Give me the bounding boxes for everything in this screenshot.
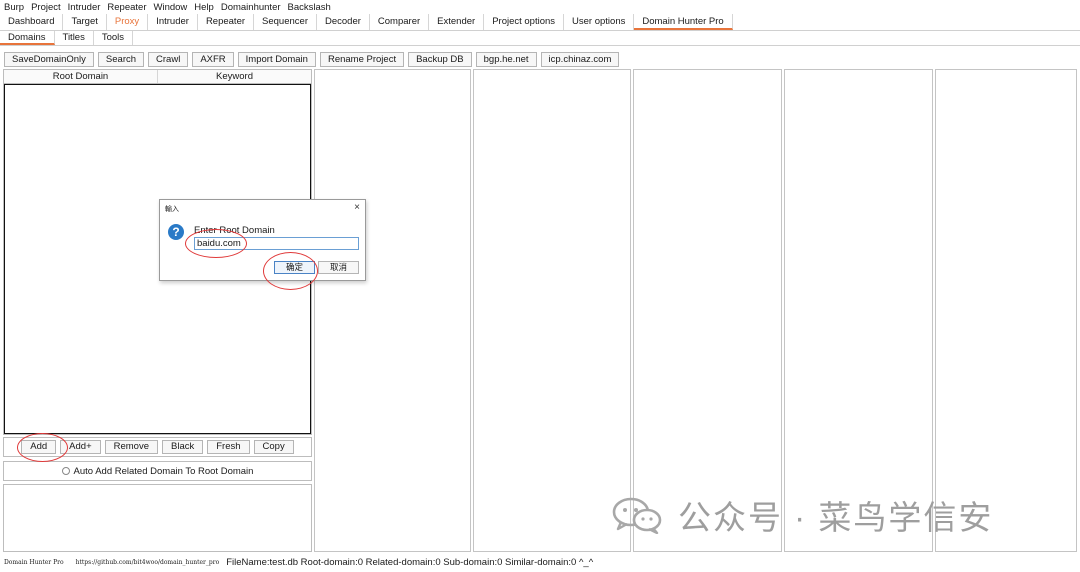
- tab-domains[interactable]: Domains: [0, 31, 55, 45]
- add-plus-button[interactable]: Add+: [60, 440, 101, 454]
- enter-root-domain-dialog: 輸入 × ? Enter Root Domain baidu.com 确定 取消: [159, 199, 366, 281]
- panel-column-3[interactable]: [633, 69, 782, 552]
- tab-domain-hunter-pro[interactable]: Domain Hunter Pro: [634, 14, 733, 30]
- tab-sequencer[interactable]: Sequencer: [254, 14, 317, 30]
- dialog-label: Enter Root Domain: [194, 225, 275, 236]
- remove-button[interactable]: Remove: [104, 440, 158, 454]
- tab-repeater[interactable]: Repeater: [198, 14, 255, 30]
- menu-burp[interactable]: Burp: [4, 2, 24, 13]
- watermark: 公众号 · 菜鸟学信安: [612, 493, 993, 537]
- status-url[interactable]: https://github.com/bit4woo/domain_hunter…: [76, 559, 220, 566]
- backup-db-button[interactable]: Backup DB: [408, 52, 472, 67]
- table-header: Root Domain Keyword: [4, 70, 311, 84]
- status-text: FileName:test.db Root-domain:0 Related-d…: [226, 556, 594, 568]
- column-keyword[interactable]: Keyword: [157, 70, 311, 83]
- auto-add-label: Auto Add Related Domain To Root Domain: [73, 465, 254, 477]
- wechat-icon: [612, 497, 662, 534]
- add-button[interactable]: Add: [21, 440, 57, 454]
- panel-column-2[interactable]: [473, 69, 631, 552]
- dialog-title: 輸入: [165, 206, 179, 213]
- fresh-button[interactable]: Fresh: [207, 440, 250, 454]
- root-domain-input[interactable]: baidu.com: [194, 237, 359, 250]
- tab-decoder[interactable]: Decoder: [317, 14, 370, 30]
- crawl-button[interactable]: Crawl: [148, 52, 189, 67]
- tab-user-options[interactable]: User options: [564, 14, 635, 30]
- watermark-text: 公众号 · 菜鸟学信安: [678, 499, 994, 536]
- axfr-button[interactable]: AXFR: [192, 52, 234, 67]
- panel-column-5[interactable]: [935, 69, 1077, 552]
- save-domain-only-button[interactable]: SaveDomainOnly: [4, 52, 94, 67]
- auto-add-radio[interactable]: [61, 467, 70, 475]
- menu-domainhunter[interactable]: Domainhunter: [221, 2, 281, 13]
- close-icon[interactable]: ×: [354, 202, 360, 213]
- question-icon: ?: [168, 224, 184, 240]
- copy-button[interactable]: Copy: [253, 440, 294, 454]
- import-domain-button[interactable]: Import Domain: [237, 52, 316, 67]
- icp-chinaz-button[interactable]: icp.chinaz.com: [540, 52, 620, 67]
- sub-tab-bar: Domains Titles Tools: [0, 31, 1080, 46]
- tab-tools[interactable]: Tools: [94, 31, 134, 45]
- menu-bar: Burp Project Intruder Repeater Window He…: [0, 0, 1080, 14]
- panel-column-4[interactable]: [784, 69, 933, 552]
- tab-extender[interactable]: Extender: [429, 14, 485, 30]
- menu-intruder[interactable]: Intruder: [68, 2, 101, 13]
- tab-dashboard[interactable]: Dashboard: [0, 14, 64, 30]
- ok-button[interactable]: 确定: [274, 261, 315, 274]
- tab-titles[interactable]: Titles: [55, 31, 94, 45]
- menu-backslash[interactable]: Backslash: [288, 2, 331, 13]
- tab-target[interactable]: Target: [63, 14, 107, 30]
- black-button[interactable]: Black: [162, 440, 204, 454]
- lower-text-area[interactable]: [3, 484, 312, 552]
- column-root-domain[interactable]: Root Domain: [4, 70, 157, 83]
- menu-help[interactable]: Help: [194, 2, 214, 13]
- toolbar: SaveDomainOnly Search Crawl AXFR Import …: [4, 52, 623, 68]
- tab-project-options[interactable]: Project options: [484, 14, 565, 30]
- cancel-button[interactable]: 取消: [318, 261, 359, 274]
- tab-proxy[interactable]: Proxy: [107, 14, 149, 30]
- status-bar: Domain Hunter Pro https://github.com/bit…: [4, 556, 593, 568]
- domain-action-buttons: Add Add+ Remove Black Fresh Copy: [3, 437, 312, 457]
- menu-repeater[interactable]: Repeater: [107, 2, 146, 13]
- search-button[interactable]: Search: [97, 52, 145, 67]
- auto-add-related-option[interactable]: Auto Add Related Domain To Root Domain: [3, 461, 312, 481]
- menu-window[interactable]: Window: [154, 2, 188, 13]
- status-brand: Domain Hunter Pro: [4, 558, 64, 566]
- main-tab-bar: Dashboard Target Proxy Intruder Repeater…: [0, 14, 1080, 31]
- tab-comparer[interactable]: Comparer: [370, 14, 430, 30]
- rename-project-button[interactable]: Rename Project: [319, 52, 405, 67]
- tab-intruder[interactable]: Intruder: [148, 14, 198, 30]
- bgp-he-net-button[interactable]: bgp.he.net: [475, 52, 537, 67]
- menu-project[interactable]: Project: [31, 2, 61, 13]
- panel-column-1[interactable]: [314, 69, 471, 552]
